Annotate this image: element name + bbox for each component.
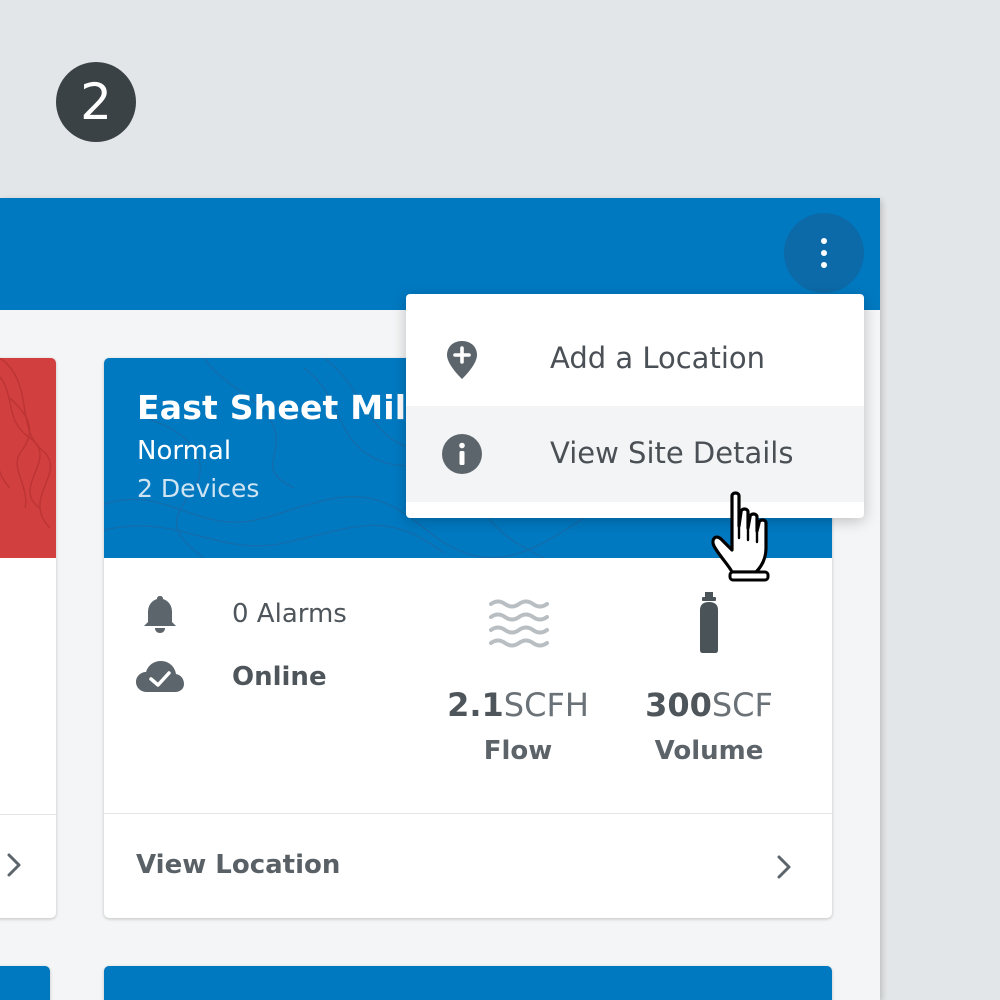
menu-item-label: View Site Details (550, 436, 794, 470)
view-location-link[interactable]: View Location (104, 814, 832, 918)
site-card-next-row-left[interactable] (0, 966, 50, 1000)
alarm-count: 0 Alarms (232, 599, 347, 629)
overflow-menu: Add a Location View Site Details (406, 294, 864, 518)
flow-unit: SCFH (503, 686, 589, 724)
connection-row: Online (135, 660, 327, 694)
volume-unit: SCF (711, 686, 773, 724)
site-status: Normal (137, 436, 232, 466)
view-location-label: View Location (136, 850, 341, 880)
site-card-partial-left[interactable] (0, 358, 56, 918)
gas-cylinder-icon (700, 592, 718, 653)
site-title: East Sheet Mill (137, 388, 418, 427)
step-number: 2 (80, 73, 112, 131)
chevron-right-icon[interactable] (6, 852, 22, 878)
bell-icon (144, 596, 176, 633)
cloud-check-icon (136, 661, 184, 692)
menu-item-view-site-details[interactable]: View Site Details (406, 406, 864, 502)
chevron-right-icon (777, 855, 791, 879)
info-icon (442, 434, 482, 474)
add-location-icon (442, 339, 482, 379)
device-count: 2 Devices (137, 474, 260, 503)
flow-value: 2.1SCFH (428, 686, 608, 724)
topo-pattern (0, 358, 52, 529)
connection-status: Online (232, 662, 327, 692)
step-number-badge: 2 (56, 62, 136, 142)
volume-label: Volume (654, 736, 764, 766)
flow-label: Flow (483, 736, 553, 766)
more-options-button[interactable] (784, 213, 864, 293)
menu-item-label: Add a Location (550, 341, 766, 375)
menu-item-add-location[interactable]: Add a Location (406, 311, 864, 407)
site-card-next-row[interactable] (104, 966, 832, 1000)
volume-number: 300 (645, 686, 712, 724)
card-header-alarm (0, 358, 56, 558)
more-vertical-icon (821, 238, 827, 268)
waves-icon (489, 599, 549, 648)
volume-value: 300SCF (619, 686, 799, 724)
alarms-row: 0 Alarms (142, 594, 347, 634)
card-divider (0, 814, 56, 815)
flow-number: 2.1 (447, 686, 504, 724)
